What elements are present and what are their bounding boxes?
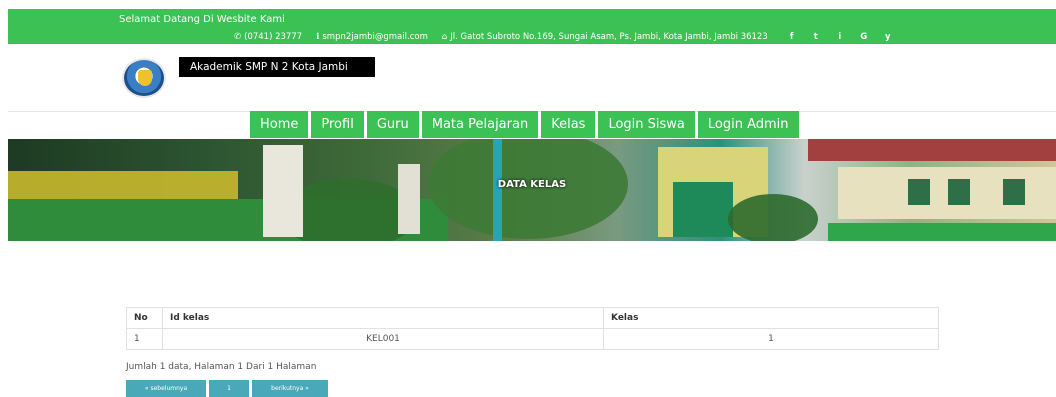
phone-icon: ✆ — [234, 32, 242, 42]
welcome-text: Selamat Datang Di Wesbite Kami — [119, 14, 285, 25]
page-number-button[interactable]: 1 — [209, 380, 249, 397]
address-info: ⌂ Jl. Gatot Subroto No.169, Sungai Asam, … — [442, 32, 775, 42]
nav-item-kelas[interactable]: Kelas — [541, 111, 596, 138]
email-info: ℹ smpn2jambi@gmail.com — [316, 32, 435, 42]
info-icon: ℹ — [316, 32, 320, 42]
nav-item-mata-pelajaran[interactable]: Mata Pelajaran — [421, 111, 539, 138]
page-banner: DATA KELAS — [8, 139, 1056, 241]
main-nav: Home Profil Guru Mata Pelajaran Kelas Lo… — [250, 111, 802, 138]
instagram-icon[interactable]: i — [834, 32, 846, 42]
top-info-bar: Selamat Datang Di Wesbite Kami ✆ (0741) 2… — [8, 9, 1056, 44]
column-header: Kelas — [603, 307, 939, 329]
table-row: 1 KEL001 1 — [126, 328, 939, 350]
home-icon: ⌂ — [441, 32, 448, 42]
phone-info: ✆ (0741) 23777 — [234, 32, 309, 42]
nav-item-home[interactable]: Home — [250, 111, 309, 138]
next-page-button[interactable]: berikutnya » — [252, 380, 328, 397]
contact-info: ✆ (0741) 23777 ℹ smpn2jambi@gmail.com ⌂ Jl.… — [234, 32, 913, 42]
google-icon[interactable]: G — [858, 32, 870, 42]
table-cell: 1 — [603, 328, 939, 350]
social-links: f t i G y — [786, 32, 906, 42]
phone-text: (0741) 23777 — [244, 32, 303, 42]
facebook-icon[interactable]: f — [786, 32, 798, 42]
table-cell: 1 — [126, 328, 163, 350]
site-brand[interactable]: Akademik SMP N 2 Kota Jambi — [179, 57, 375, 77]
prev-page-button[interactable]: « sebelumnya — [126, 380, 206, 397]
nav-item-login-admin[interactable]: Login Admin — [697, 111, 799, 138]
table-header-row: No Id kelas Kelas — [126, 307, 939, 329]
data-table: No Id kelas Kelas 1 KEL001 1 — [126, 307, 939, 350]
nav-item-guru[interactable]: Guru — [366, 111, 419, 138]
nav-item-login-siswa[interactable]: Login Siswa — [598, 111, 695, 138]
data-summary: Jumlah 1 data, Halaman 1 Dari 1 Halaman — [126, 362, 317, 372]
school-logo[interactable] — [122, 58, 166, 98]
email-text[interactable]: smpn2jambi@gmail.com — [322, 32, 427, 42]
youtube-icon[interactable]: y — [882, 32, 894, 42]
page-title: DATA KELAS — [497, 179, 567, 190]
column-header: Id kelas — [162, 307, 604, 329]
pagination: « sebelumnya 1 berikutnya » — [126, 380, 331, 397]
table-cell: KEL001 — [162, 328, 604, 350]
twitter-icon[interactable]: t — [810, 32, 822, 42]
nav-item-profil[interactable]: Profil — [311, 111, 364, 138]
address-text: Jl. Gatot Subroto No.169, Sungai Asam, P… — [450, 32, 768, 42]
column-header: No — [126, 307, 163, 329]
